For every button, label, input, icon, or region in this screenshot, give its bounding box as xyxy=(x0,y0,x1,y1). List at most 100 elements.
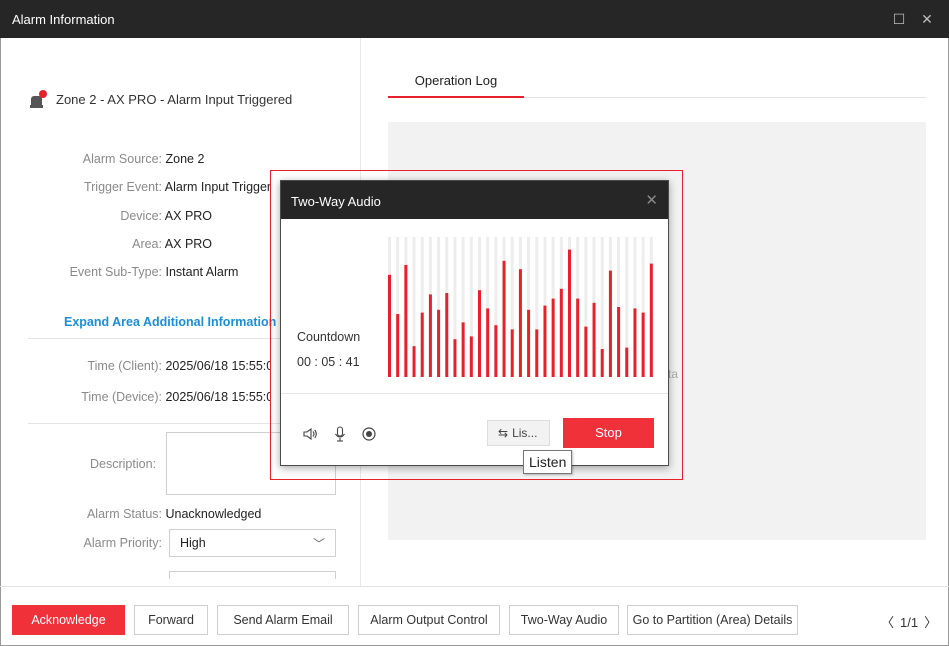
waveform-bar xyxy=(518,269,522,377)
waveform-bar xyxy=(592,302,596,377)
waveform-bar xyxy=(568,249,571,377)
field-value: Alarm Input Triggered xyxy=(164,180,270,194)
field-time-device: Time (Device): 2025/06/18 15:55:02 xyxy=(30,390,270,404)
close-icon[interactable]: ✕ xyxy=(917,9,937,29)
field-label: Time (Device): xyxy=(81,390,162,404)
field-label: Area: xyxy=(132,237,162,251)
waveform-bar xyxy=(420,312,424,377)
field-value: Unacknowledged xyxy=(165,507,262,521)
description-label: Description: xyxy=(90,457,156,471)
field-event-subtype: Event Sub-Type: Instant Alarm xyxy=(30,265,270,279)
waveform-bar xyxy=(608,270,612,377)
microphone-icon[interactable] xyxy=(331,425,349,443)
dialog-title: Two-Way Audio xyxy=(291,194,381,209)
swap-arrows-icon: ⇆ xyxy=(498,426,509,440)
audio-waveform xyxy=(388,237,653,377)
countdown-value: 00 : 05 : 41 xyxy=(297,355,360,369)
waveform-bar xyxy=(453,339,457,377)
field-label: Trigger Event: xyxy=(83,180,162,194)
next-field-input[interactable] xyxy=(169,571,336,579)
field-area: Area: AX PRO xyxy=(30,237,270,251)
alarm-heading: Zone 2 - AX PRO - Alarm Input Triggered xyxy=(30,90,292,108)
waveform-bar xyxy=(478,290,481,377)
waveform-bar xyxy=(412,346,416,377)
record-icon[interactable] xyxy=(360,425,378,443)
field-alarm-priority-label: Alarm Priority: xyxy=(30,536,165,550)
countdown-label: Countdown xyxy=(297,330,361,344)
stop-button[interactable]: Stop xyxy=(563,418,654,448)
waveform-bar xyxy=(445,293,449,377)
waveform-bar xyxy=(584,326,588,377)
waveform-bar xyxy=(527,309,531,377)
waveform-bar xyxy=(388,274,391,377)
waveform-bar xyxy=(649,263,653,377)
dialog-divider xyxy=(281,393,668,394)
waveform-bar xyxy=(617,307,621,377)
listen-tooltip: Listen xyxy=(523,450,573,474)
waveform-bar xyxy=(494,325,498,377)
window-titlebar: Alarm Information ☐ ✕ xyxy=(0,0,949,38)
field-value: Instant Alarm xyxy=(165,265,239,279)
waveform-bar xyxy=(633,308,637,377)
listen-button[interactable]: ⇆ Lis... xyxy=(487,420,550,446)
tab-divider xyxy=(524,97,926,98)
field-label: Time (Client): xyxy=(87,359,162,373)
speaker-icon[interactable] xyxy=(301,425,319,443)
waveform-bar xyxy=(396,314,400,377)
alarm-output-control-button[interactable]: Alarm Output Control xyxy=(358,605,500,635)
waveform-bar xyxy=(576,298,580,377)
field-time-client: Time (Client): 2025/06/18 15:55:02 xyxy=(30,359,270,373)
field-value: Zone 2 xyxy=(165,152,205,166)
divider xyxy=(28,423,280,424)
field-value: AX PRO xyxy=(164,209,213,223)
waveform-bar xyxy=(625,347,629,377)
waveform-bar xyxy=(461,322,465,377)
waveform-bar xyxy=(502,260,506,377)
acknowledge-button[interactable]: Acknowledge xyxy=(12,605,125,635)
pager: 〈 1/1 〉 xyxy=(878,612,940,631)
waveform-bar xyxy=(486,308,490,377)
waveform-bar xyxy=(428,294,432,377)
pager-text: 1/1 xyxy=(900,615,919,630)
dialog-titlebar: Two-Way Audio ✕ xyxy=(281,181,668,219)
maximize-icon[interactable]: ☐ xyxy=(889,9,909,29)
waveform-bar xyxy=(600,349,604,377)
chevron-left-icon[interactable]: 〈 xyxy=(881,615,894,630)
two-way-audio-dialog: Two-Way Audio ✕ Countdown 00 : 05 : 41 ⇆… xyxy=(280,180,669,466)
waveform-bar xyxy=(543,305,547,377)
alarm-priority-value: High xyxy=(180,536,206,550)
tab-active-indicator xyxy=(388,96,524,98)
tab-operation-log[interactable]: Operation Log xyxy=(388,73,524,88)
go-to-partition-details-button[interactable]: Go to Partition (Area) Details xyxy=(627,605,798,635)
waveform-bar xyxy=(535,329,539,377)
field-label: Alarm Status: xyxy=(86,507,162,521)
field-value: AX PRO xyxy=(164,237,213,251)
send-alarm-email-button[interactable]: Send Alarm Email xyxy=(217,605,349,635)
waveform-bar xyxy=(559,288,563,377)
field-value: 2025/06/18 15:55:02 xyxy=(165,390,270,404)
footer-divider xyxy=(0,586,949,587)
chevron-right-icon[interactable]: 〉 xyxy=(924,615,937,630)
alarm-heading-text: Zone 2 - AX PRO - Alarm Input Triggered xyxy=(56,91,293,107)
field-alarm-source: Alarm Source: Zone 2 xyxy=(30,152,270,166)
alarm-light-icon xyxy=(30,90,48,108)
field-alarm-status: Alarm Status: Unacknowledged xyxy=(30,507,330,521)
waveform-bar xyxy=(437,309,441,377)
waveform-bar xyxy=(404,265,408,377)
close-icon[interactable]: ✕ xyxy=(645,191,658,209)
forward-button[interactable]: Forward xyxy=(134,605,208,635)
alarm-priority-select[interactable]: High ﹀ xyxy=(169,529,336,557)
expand-area-info-link[interactable]: Expand Area Additional Information xyxy=(64,315,280,329)
waveform-bar xyxy=(551,298,555,377)
two-way-audio-button[interactable]: Two-Way Audio xyxy=(509,605,619,635)
divider xyxy=(28,338,280,339)
listen-button-label: Lis... xyxy=(512,426,538,440)
field-label: Alarm Priority: xyxy=(83,536,162,550)
waveform-bar xyxy=(469,336,473,377)
waveform-bar xyxy=(510,329,514,377)
field-label: Device: xyxy=(120,209,162,223)
window-title: Alarm Information xyxy=(12,12,115,27)
waveform-bar xyxy=(641,312,645,377)
field-value: 2025/06/18 15:55:02 xyxy=(165,359,270,373)
chevron-down-icon: ﹀ xyxy=(312,537,325,551)
